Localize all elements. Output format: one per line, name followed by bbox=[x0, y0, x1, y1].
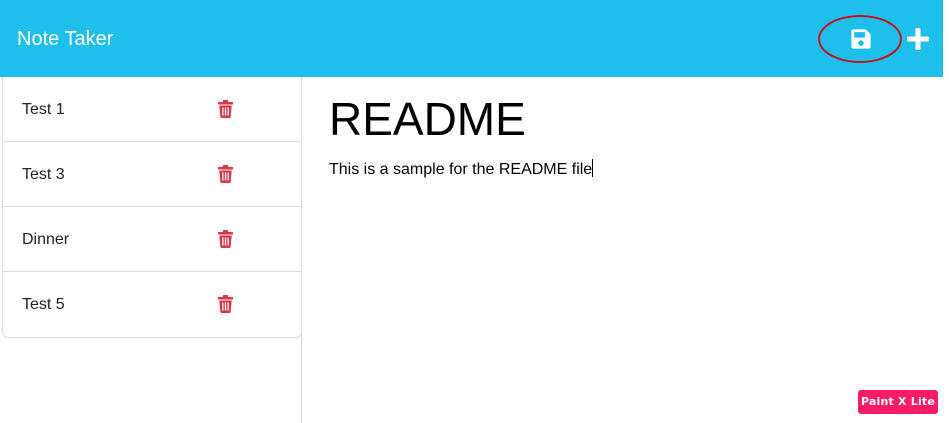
note-title: Test 3 bbox=[22, 166, 65, 183]
list-item[interactable]: Dinner bbox=[3, 207, 301, 272]
window-edge bbox=[943, 0, 949, 423]
note-title: Test 5 bbox=[22, 296, 65, 313]
watermark-badge: Paint X Lite bbox=[858, 390, 938, 414]
new-note-button[interactable] bbox=[904, 25, 932, 53]
note-text-area[interactable]: This is a sample for the README file bbox=[329, 159, 594, 179]
notes-sidebar: Test 1 Test 3 Dinner Test 5 bbox=[0, 77, 302, 423]
list-item[interactable]: Test 5 bbox=[3, 272, 301, 337]
list-item[interactable]: Test 3 bbox=[3, 142, 301, 207]
note-taker-app: Note Taker Test 1 Test 3 Dinner Test 5 R… bbox=[0, 0, 949, 423]
save-note-button[interactable] bbox=[846, 24, 876, 54]
note-list: Test 1 Test 3 Dinner Test 5 bbox=[2, 77, 302, 338]
trash-icon[interactable] bbox=[218, 165, 233, 183]
floppy-disk-icon bbox=[850, 28, 872, 50]
trash-icon[interactable] bbox=[218, 295, 233, 313]
top-navbar: Note Taker bbox=[0, 0, 943, 77]
note-title: Test 1 bbox=[22, 101, 65, 118]
trash-icon[interactable] bbox=[218, 100, 233, 118]
app-brand[interactable]: Note Taker bbox=[17, 27, 113, 51]
note-title: Dinner bbox=[22, 231, 70, 248]
trash-icon[interactable] bbox=[218, 230, 233, 248]
note-body-text: This is a sample for the README file bbox=[329, 161, 593, 178]
plus-icon bbox=[904, 25, 932, 53]
note-title-input[interactable]: README bbox=[329, 93, 526, 145]
list-item[interactable]: Test 1 bbox=[3, 77, 301, 142]
note-editor: README This is a sample for the README f… bbox=[303, 77, 943, 423]
text-cursor bbox=[592, 159, 594, 177]
